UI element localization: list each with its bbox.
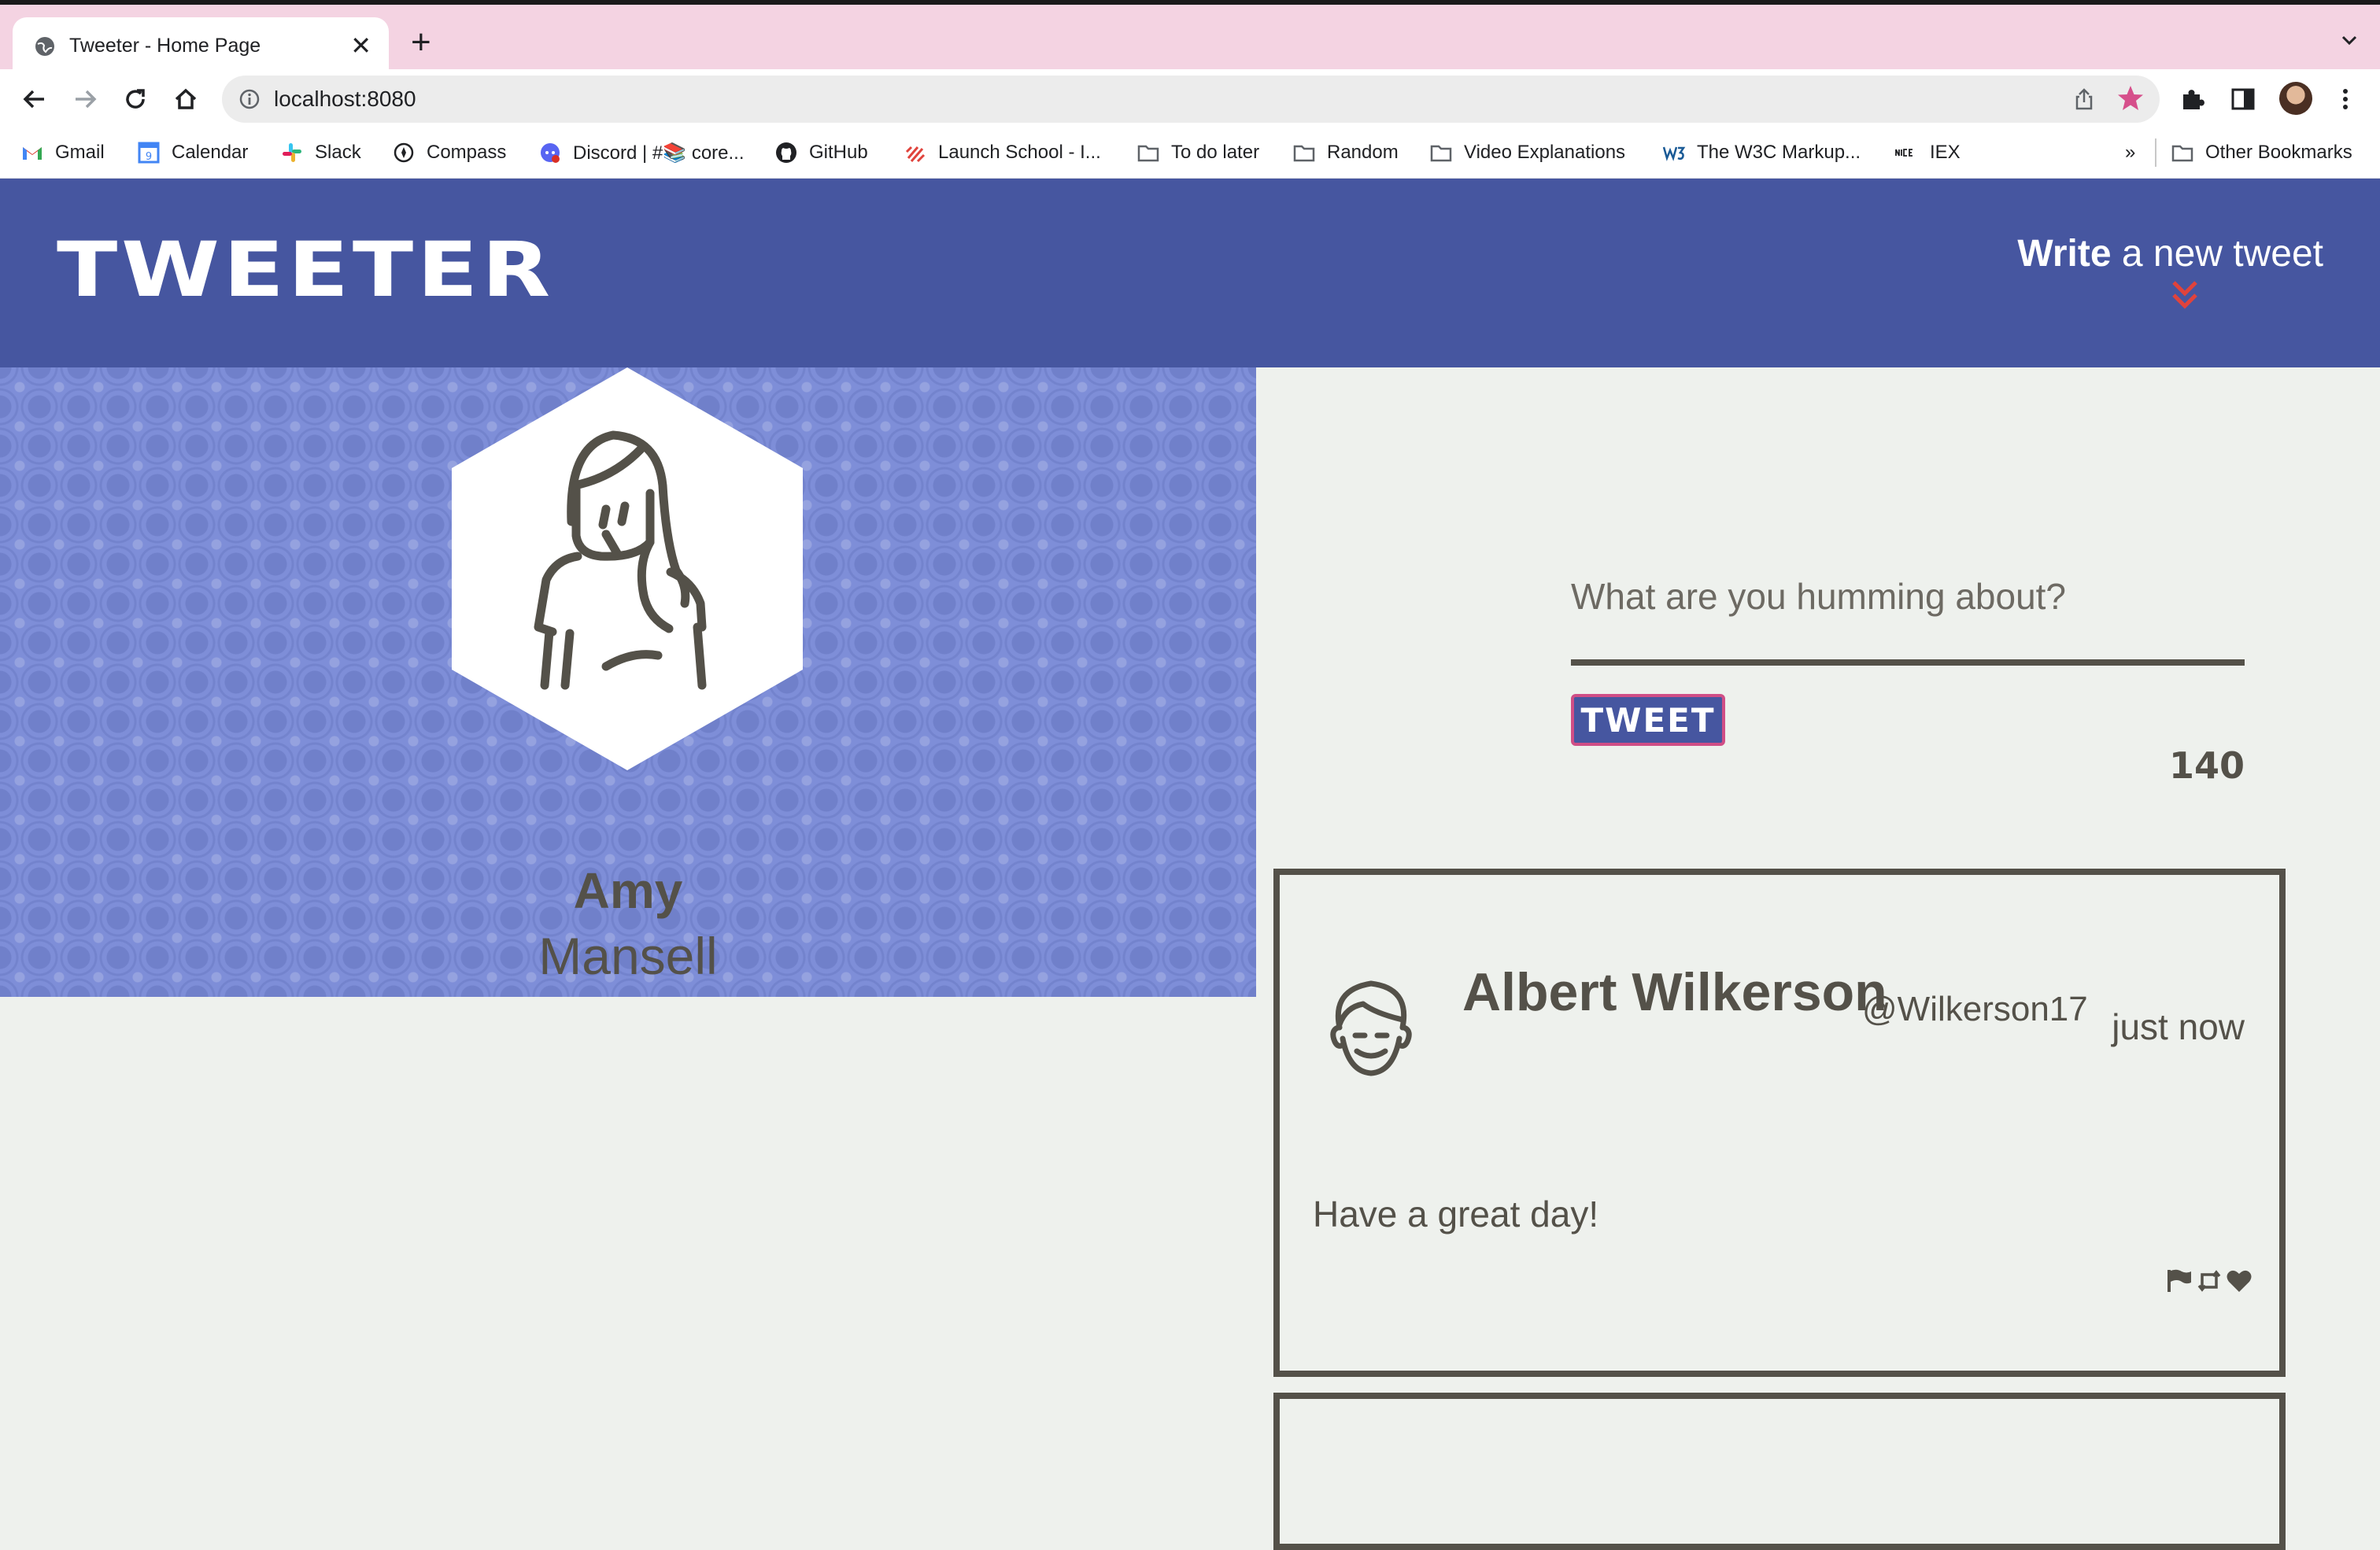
bookmark-github[interactable]: GitHub [774,138,868,167]
write-label-rest: a new tweet [2111,233,2323,275]
launch-school-icon [905,146,926,163]
tweet-content: Have a great day! [1313,1194,1599,1234]
bookmark-compass[interactable]: Compass [392,138,506,167]
kebab-menu-icon[interactable] [2331,85,2360,113]
new-tab-icon[interactable]: + [411,25,431,60]
profile-avatar[interactable] [2279,82,2312,115]
site-logo[interactable]: TWEETER [57,226,554,314]
retweet-icon[interactable] [2196,1268,2223,1294]
tab-title: Tweeter - Home Page [69,35,261,57]
character-counter: 140 [2168,744,2245,787]
bookmarks-overflow[interactable]: » [2125,138,2135,167]
w3c-icon [1662,146,1686,161]
address-bar[interactable]: localhost:8080 [222,76,2160,123]
tweet-submit-button[interactable]: TWEET [1571,694,1725,746]
tweet-actions [2166,1268,2252,1294]
heart-icon[interactable] [2226,1268,2252,1294]
bookmark-launch-school[interactable]: Launch School - I... [904,138,1101,167]
write-new-tweet-link[interactable]: Write a new tweet [2017,232,2323,275]
github-icon [776,142,796,163]
profile-last-name: Mansell [538,927,718,985]
bookmark-slack[interactable]: Slack [280,138,361,167]
bookmarks-bar: Gmail 9 Calendar Slack Compass Discord |… [0,127,2380,179]
tweet-timestamp: just now [2112,1006,2245,1047]
tweet-author-name: Albert Wilkerson [1462,962,1887,1022]
home-icon[interactable] [170,83,201,115]
bookmark-gmail[interactable]: Gmail [20,138,105,167]
calendar-icon: 9 [138,142,160,164]
close-tab-icon[interactable]: ✕ [350,30,371,61]
tweet-author-handle: @Wilkerson17 [1862,990,2088,1028]
chevron-down-icon[interactable] [2338,28,2361,52]
bookmark-iex[interactable]: IEX [1895,138,1961,167]
write-label-bold: Write [2017,233,2112,275]
bookmark-folder-videos[interactable]: Video Explanations [1429,138,1625,167]
bookmark-folder-todo[interactable]: To do later [1136,138,1259,167]
folder-icon [1430,145,1452,162]
tweet-card [1273,1393,2286,1550]
back-arrow-icon[interactable] [19,83,50,115]
new-tweet-composer: TWEET 140 [1571,559,2245,787]
url-text[interactable]: localhost:8080 [274,87,416,112]
tweet-card: Albert Wilkerson @Wilkerson17 just now H… [1273,869,2286,1377]
bookmark-folder-random[interactable]: Random [1292,138,1399,167]
globe-icon [35,37,54,56]
info-icon[interactable] [238,87,261,111]
folder-icon [1137,145,1159,162]
browser-tab[interactable]: Tweeter - Home Page ✕ [13,17,389,74]
bookmark-w3c[interactable]: The W3C Markup... [1662,138,1861,167]
nice-icon [1895,149,1919,157]
profile-first-name: Amy [573,862,683,919]
forward-arrow-icon[interactable] [69,83,101,115]
compass-icon [394,142,414,163]
man-avatar-icon [1330,980,1412,1076]
user-profile-panel: Amy Mansell [0,367,1256,997]
folder-icon [1293,145,1315,162]
site-header: TWEETER Write a new tweet [0,179,2380,367]
bookmark-discord[interactable]: Discord | #📚 core... [538,138,745,167]
svg-text:9: 9 [146,151,152,163]
gmail-icon [23,147,42,160]
side-panel-icon[interactable] [2229,85,2257,113]
browser-toolbar: localhost:8080 [0,69,2380,127]
flag-icon[interactable] [2166,1268,2193,1294]
bookmark-other[interactable]: Other Bookmarks [2171,138,2352,167]
bookmark-calendar[interactable]: 9 Calendar [137,138,248,167]
star-icon[interactable] [2116,83,2145,113]
bookmarks-divider [2155,138,2156,167]
reload-icon[interactable] [120,83,151,115]
composer-underline [1571,659,2245,666]
tab-strip: Tweeter - Home Page ✕ + [0,5,2380,74]
discord-icon [541,143,560,163]
slack-icon [283,143,301,162]
extensions-puzzle-icon[interactable] [2179,85,2207,113]
double-chevron-down-icon[interactable] [2169,278,2201,312]
share-icon[interactable] [2071,87,2097,112]
tweet-textarea[interactable] [1571,559,2245,634]
folder-icon [2171,145,2193,162]
profile-avatar-hexagon [452,367,803,770]
